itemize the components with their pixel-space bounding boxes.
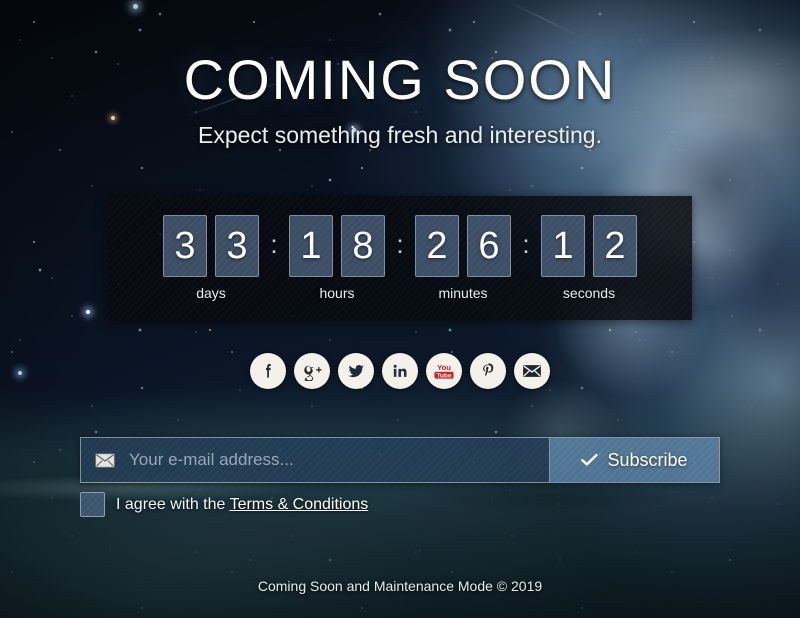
email-icon[interactable]	[514, 353, 550, 389]
check-icon	[581, 453, 599, 467]
svg-text:You: You	[437, 363, 451, 372]
terms-row: I agree with the Terms & Conditions	[80, 492, 368, 517]
countdown-separator: :	[522, 229, 530, 259]
countdown-label-minutes: minutes	[438, 285, 488, 301]
terms-text: I agree with the Terms & Conditions	[116, 496, 368, 514]
google-plus-icon[interactable]	[294, 353, 330, 389]
social-links: You Tube	[0, 353, 800, 389]
pinterest-icon[interactable]	[470, 353, 506, 389]
facebook-icon[interactable]	[250, 353, 286, 389]
email-field-wrapper[interactable]	[81, 438, 549, 482]
youtube-icon[interactable]: You Tube	[426, 353, 462, 389]
countdown-label-days: days	[196, 285, 226, 301]
footer-text: Coming Soon and Maintenance Mode © 2019	[257, 578, 543, 594]
subscribe-button[interactable]: Subscribe	[549, 438, 719, 482]
terms-and-conditions-link[interactable]: Terms & Conditions	[230, 496, 369, 513]
countdown-panel: 3 3 days : 1 8 hours : 2 6 minutes: 1 2…	[108, 196, 692, 320]
countdown-digit: 2	[415, 215, 459, 277]
page-title: COMING SOON	[183, 48, 617, 111]
subscribe-button-label: Subscribe	[607, 449, 688, 470]
countdown-label-seconds: seconds	[562, 285, 616, 301]
countdown-label-hours: hours	[319, 285, 355, 301]
terms-text-prefix: I agree with the	[116, 495, 226, 513]
countdown-digits-hours: 1 8	[289, 215, 385, 277]
countdown-separator: :	[396, 229, 404, 259]
coming-soon-page: COMING SOON Expect something fresh and i…	[0, 0, 800, 618]
envelope-icon	[95, 453, 115, 468]
page-subtitle: Expect something fresh and interesting.	[197, 122, 602, 148]
countdown-digit: 6	[467, 215, 511, 277]
countdown-row: 3 3 days : 1 8 hours : 2 6 minutes: 1 2…	[163, 215, 637, 301]
email-input[interactable]	[127, 449, 535, 471]
terms-checkbox[interactable]	[80, 492, 105, 517]
countdown-digit: 3	[215, 215, 259, 277]
countdown-digit: 8	[341, 215, 385, 277]
twitter-icon[interactable]	[338, 353, 374, 389]
countdown-separator: :	[270, 229, 278, 259]
countdown-digits-seconds: 1 2	[541, 215, 637, 277]
countdown-digit: 1	[289, 215, 333, 277]
countdown-group-hours: 1 8 hours	[289, 215, 385, 301]
countdown-digit: 2	[593, 215, 637, 277]
svg-text:Tube: Tube	[437, 372, 452, 379]
linkedin-icon[interactable]	[382, 353, 418, 389]
countdown-group-seconds: 1 2 seconds	[541, 215, 637, 301]
countdown-digits-days: 3 3	[163, 215, 259, 277]
subscribe-form: Subscribe	[80, 437, 720, 483]
countdown-group-minutes: 2 6 minutes	[415, 215, 511, 301]
countdown-digit: 3	[163, 215, 207, 277]
countdown-digit: 1	[541, 215, 585, 277]
page-content: COMING SOON Expect something fresh and i…	[0, 0, 800, 618]
countdown-digits-minutes: 2 6	[415, 215, 511, 277]
countdown-group-days: 3 3 days	[163, 215, 259, 301]
